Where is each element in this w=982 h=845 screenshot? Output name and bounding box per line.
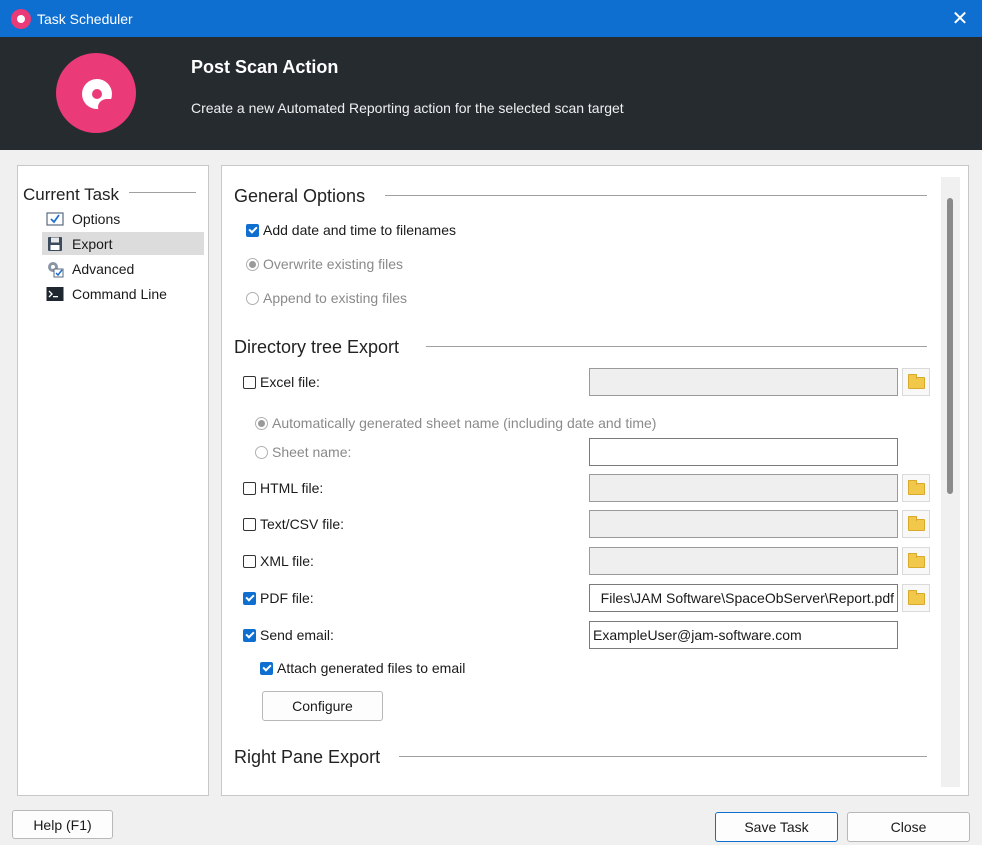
pdf-file-input[interactable]: Files\JAM Software\SpaceObServer\Report.… — [589, 584, 898, 612]
xml-option[interactable]: XML file: — [243, 553, 314, 569]
excel-label: Excel file: — [260, 374, 320, 390]
header-banner: Post Scan Action Create a new Automated … — [0, 37, 982, 150]
xml-label: XML file: — [260, 553, 314, 569]
add-date-checkbox[interactable] — [246, 223, 259, 237]
nav-item-command-line[interactable]: Command Line — [42, 282, 204, 305]
nav-heading-divider — [129, 192, 196, 193]
overwrite-radio[interactable] — [246, 257, 259, 271]
sheet-name-input[interactable] — [589, 438, 898, 466]
pdf-option[interactable]: PDF file: — [243, 590, 314, 606]
sheet-name-option[interactable]: Sheet name: — [255, 444, 351, 460]
attach-files-checkbox[interactable] — [260, 661, 273, 675]
section-divider — [399, 756, 927, 757]
auto-sheet-option[interactable]: Automatically generated sheet name (incl… — [255, 415, 656, 431]
close-button[interactable]: Close — [847, 812, 970, 842]
xml-browse-button[interactable] — [902, 547, 930, 575]
nav-heading: Current Task — [23, 185, 120, 204]
folder-icon — [907, 374, 925, 389]
banner-title: Post Scan Action — [191, 57, 339, 77]
configure-button[interactable]: Configure — [262, 691, 383, 721]
append-option[interactable]: Append to existing files — [246, 290, 407, 306]
sheet-name-label: Sheet name: — [272, 444, 352, 460]
close-icon: ✕ — [951, 7, 969, 30]
nav-item-label: Advanced — [72, 260, 135, 277]
scrollbar-thumb[interactable] — [947, 198, 953, 494]
nav-item-label: Options — [72, 210, 121, 227]
text-csv-checkbox[interactable] — [243, 517, 256, 531]
title-bar: Task Scheduler ✕ — [0, 0, 982, 37]
html-option[interactable]: HTML file: — [243, 480, 323, 496]
nav-item-options[interactable]: Options — [42, 207, 204, 230]
section-title-general: General Options — [234, 186, 366, 206]
append-label: Append to existing files — [263, 290, 407, 306]
text-csv-file-input[interactable] — [589, 510, 898, 538]
xml-file-input[interactable] — [589, 547, 898, 575]
add-date-option[interactable]: Add date and time to filenames — [246, 222, 456, 238]
text-csv-option[interactable]: Text/CSV file: — [243, 516, 344, 532]
terminal-icon — [46, 285, 64, 303]
overwrite-label: Overwrite existing files — [263, 256, 404, 272]
section-divider — [426, 346, 927, 347]
excel-file-input[interactable] — [589, 368, 898, 396]
section-title-directory-tree: Directory tree Export — [234, 337, 400, 357]
send-email-checkbox[interactable] — [243, 628, 256, 642]
overwrite-option[interactable]: Overwrite existing files — [246, 256, 403, 272]
pdf-checkbox[interactable] — [243, 591, 256, 605]
nav-item-label: Export — [72, 235, 113, 252]
email-address-input[interactable]: ExampleUser@jam-software.com — [589, 621, 898, 649]
help-button[interactable]: Help (F1) — [12, 810, 113, 839]
folder-icon — [907, 590, 925, 605]
append-radio[interactable] — [246, 291, 259, 305]
pdf-label: PDF file: — [260, 590, 314, 606]
vertical-scrollbar[interactable] — [941, 177, 960, 787]
xml-checkbox[interactable] — [243, 554, 256, 568]
text-csv-browse-button[interactable] — [902, 510, 930, 538]
nav-item-advanced[interactable]: Advanced — [42, 257, 204, 280]
task-nav-panel: Current Task Options Export Advanced Com… — [17, 165, 209, 796]
send-email-label: Send email: — [260, 627, 334, 643]
html-browse-button[interactable] — [902, 474, 930, 502]
save-task-button[interactable]: Save Task — [715, 812, 838, 842]
excel-checkbox[interactable] — [243, 375, 256, 389]
attach-files-option[interactable]: Attach generated files to email — [260, 660, 465, 676]
html-label: HTML file: — [260, 480, 324, 496]
window-title: Task Scheduler — [37, 10, 133, 27]
auto-sheet-label: Automatically generated sheet name (incl… — [272, 415, 657, 431]
excel-option[interactable]: Excel file: — [243, 374, 320, 390]
excel-browse-button[interactable] — [902, 368, 930, 396]
window-close-button[interactable]: ✕ — [948, 6, 972, 30]
checkbox-icon — [46, 210, 64, 228]
export-settings-panel: General Options Add date and time to fil… — [221, 165, 969, 796]
nav-item-export[interactable]: Export — [42, 232, 204, 255]
folder-icon — [907, 480, 925, 495]
nav-item-label: Command Line — [72, 285, 167, 302]
pdf-browse-button[interactable] — [902, 584, 930, 612]
add-date-label: Add date and time to filenames — [263, 222, 457, 238]
auto-sheet-radio[interactable] — [255, 416, 268, 430]
send-email-option[interactable]: Send email: — [243, 627, 334, 643]
gear-icon — [46, 260, 64, 278]
section-divider — [385, 195, 927, 196]
floppy-disk-icon — [46, 235, 64, 253]
text-csv-label: Text/CSV file: — [260, 516, 345, 532]
html-file-input[interactable] — [589, 474, 898, 502]
sheet-name-radio[interactable] — [255, 445, 268, 459]
folder-icon — [907, 553, 925, 568]
attach-files-label: Attach generated files to email — [277, 660, 466, 676]
html-checkbox[interactable] — [243, 481, 256, 495]
banner-subtitle: Create a new Automated Reporting action … — [191, 100, 624, 116]
folder-icon — [907, 516, 925, 531]
app-logo-icon — [11, 8, 31, 29]
spaceobserver-logo-icon — [56, 53, 136, 133]
section-title-right-pane: Right Pane Export — [234, 747, 381, 767]
